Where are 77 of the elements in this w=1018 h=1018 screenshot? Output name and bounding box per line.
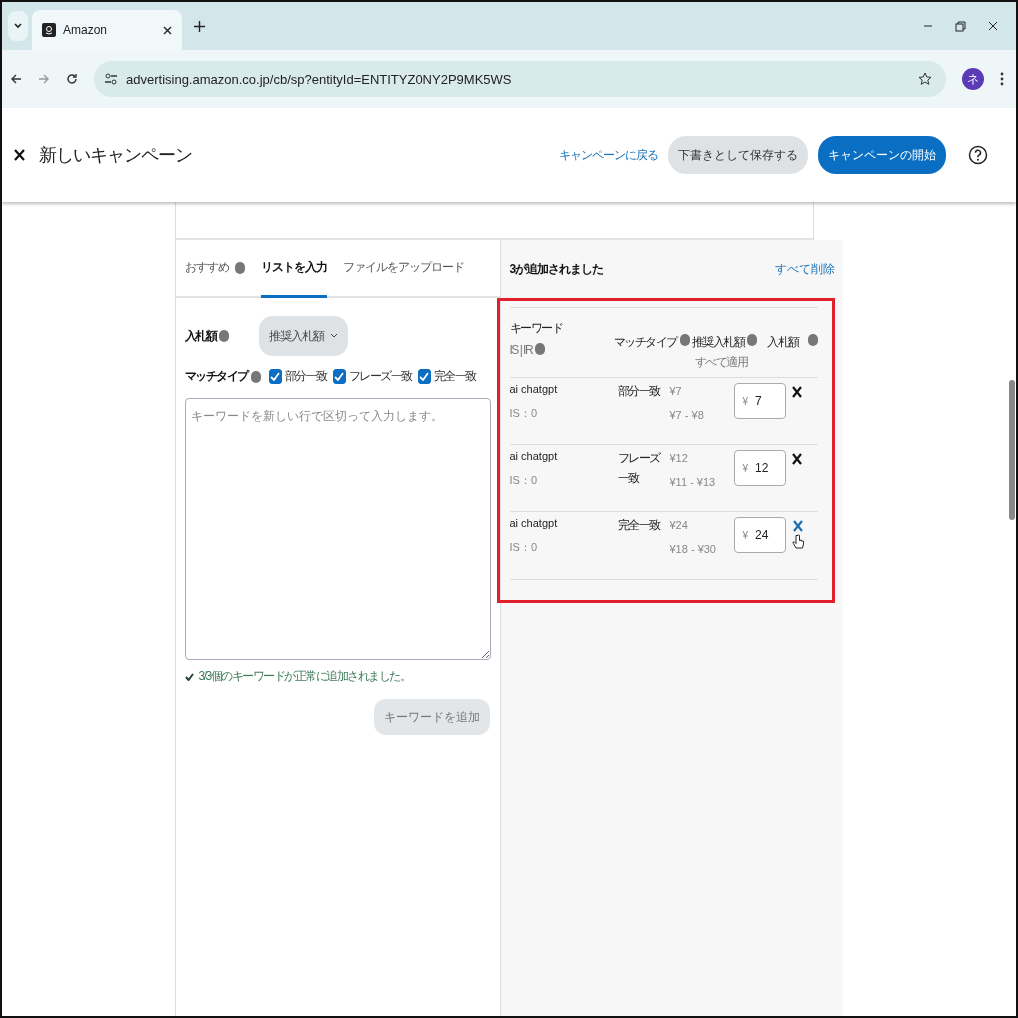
back-to-campaigns-link[interactable]: キャンペーンに戻る bbox=[559, 146, 658, 164]
page-title: 新しいキャンペーン bbox=[39, 144, 192, 167]
info-icon[interactable] bbox=[679, 334, 690, 346]
bid-input-field[interactable]: ¥ 24 bbox=[733, 517, 786, 553]
site-settings-icon[interactable] bbox=[104, 73, 118, 85]
site-logo-icon bbox=[42, 23, 56, 37]
checkmark-icon bbox=[419, 372, 429, 381]
tab-list-button[interactable] bbox=[8, 11, 28, 41]
keyword-cell-text: ai chatgpt bbox=[509, 517, 559, 529]
match-type-cell-text: 部分一致 bbox=[617, 383, 661, 400]
bookmark-star-icon[interactable] bbox=[918, 72, 932, 86]
info-icon[interactable] bbox=[219, 330, 229, 342]
bid-input-field[interactable]: ¥ 12 bbox=[733, 450, 786, 486]
match-type-checkbox[interactable]: フレーズ一致 bbox=[332, 368, 412, 385]
remove-icon[interactable] bbox=[791, 453, 802, 465]
bid-input-field[interactable]: ¥ 7 bbox=[733, 383, 786, 419]
keyword-cell-text: ai chatgpt bbox=[509, 383, 559, 395]
back-icon[interactable] bbox=[10, 73, 22, 85]
impression-share-cell-text: IS：0 bbox=[509, 473, 538, 488]
impression-share-cell-text: IS：0 bbox=[509, 406, 538, 421]
match-type-checkbox[interactable]: 部分一致 bbox=[268, 368, 327, 385]
help-icon[interactable] bbox=[968, 145, 988, 165]
success-message: 3/3個のキーワードが正常に追加されました。 bbox=[198, 668, 411, 685]
caret-icon[interactable] bbox=[13, 22, 23, 30]
column-header: マッチタイプ bbox=[613, 334, 677, 351]
forward-icon[interactable] bbox=[38, 73, 50, 85]
tab[interactable]: ファイルをアップロード bbox=[342, 240, 464, 298]
save-draft-button[interactable]: 下書きとして保存する bbox=[668, 136, 808, 174]
close-icon[interactable] bbox=[14, 149, 25, 161]
address-field[interactable]: advertising.amazon.co.jp/cb/sp?entityId=ENTITYZ0NY2P9MK5WS bbox=[94, 61, 946, 97]
bid-range-cell-text: ¥11 - ¥13 bbox=[669, 475, 717, 490]
info-icon[interactable] bbox=[234, 261, 245, 274]
bid-dropdown[interactable]: 推奨入札額 bbox=[259, 316, 348, 356]
more-menu-icon[interactable] bbox=[1000, 72, 1004, 86]
tab-title: Amazon bbox=[63, 23, 109, 37]
column-subheader: IS | IR bbox=[509, 343, 533, 357]
impression-share-cell-text: IS：0 bbox=[509, 540, 538, 555]
close-icon[interactable] bbox=[163, 25, 172, 35]
checkmark-icon bbox=[334, 372, 344, 381]
bid-range-cell-text: ¥18 - ¥30 bbox=[669, 542, 717, 557]
column-header: 推奨入札額 bbox=[691, 334, 744, 351]
column-header: 入札額 bbox=[767, 334, 799, 351]
new-tab-icon[interactable] bbox=[194, 20, 205, 32]
profile-avatar[interactable]: ネ bbox=[962, 68, 984, 90]
remove-all-link[interactable]: すべて削除 bbox=[774, 260, 835, 278]
keyword-input-field[interactable]: キーワードを新しい行で区切って入力します。 bbox=[184, 398, 491, 660]
bid-label: 入札額 bbox=[184, 327, 216, 345]
suggested-bid-cell-text: ¥24 bbox=[669, 518, 689, 533]
info-icon[interactable] bbox=[747, 334, 757, 346]
info-icon[interactable] bbox=[250, 370, 261, 383]
info-icon[interactable] bbox=[807, 334, 818, 346]
reload-icon[interactable] bbox=[66, 73, 78, 85]
apply-all-link[interactable]: すべて適用 bbox=[694, 354, 757, 371]
tab[interactable]: リストを入力 bbox=[260, 240, 327, 298]
remove-icon[interactable] bbox=[791, 386, 802, 398]
match-type-cell-text: 完全一致 bbox=[617, 517, 661, 534]
match-type-checkbox[interactable]: 完全一致 bbox=[417, 368, 476, 385]
browser-tab[interactable]: Amazon bbox=[32, 10, 182, 50]
close-icon[interactable] bbox=[988, 21, 998, 31]
add-keywords-button[interactable]: キーワードを追加 bbox=[373, 699, 490, 735]
added-count-title: 3が追加されました bbox=[509, 260, 604, 278]
scrollbar-thumb[interactable] bbox=[1009, 380, 1015, 520]
caret-icon bbox=[330, 333, 338, 339]
checkmark-icon bbox=[270, 372, 280, 381]
keyword-cell-text: ai chatgpt bbox=[509, 450, 559, 462]
pointer-cursor-icon bbox=[791, 534, 804, 550]
match-type-cell-text: フレーズ一致 bbox=[617, 450, 661, 487]
tab[interactable]: おすすめ bbox=[184, 240, 245, 298]
info-icon[interactable] bbox=[535, 343, 546, 355]
restore-icon[interactable] bbox=[955, 20, 966, 32]
launch-campaign-button[interactable]: キャンペーンの開始 bbox=[818, 136, 946, 174]
column-header: キーワード bbox=[509, 320, 564, 337]
checkmark-icon bbox=[184, 672, 194, 681]
suggested-bid-cell-text: ¥7 bbox=[669, 384, 683, 399]
match-type-label: マッチタイプ bbox=[184, 368, 248, 385]
bid-range-cell-text: ¥7 - ¥8 bbox=[669, 408, 705, 423]
suggested-bid-cell-text: ¥12 bbox=[669, 451, 689, 466]
